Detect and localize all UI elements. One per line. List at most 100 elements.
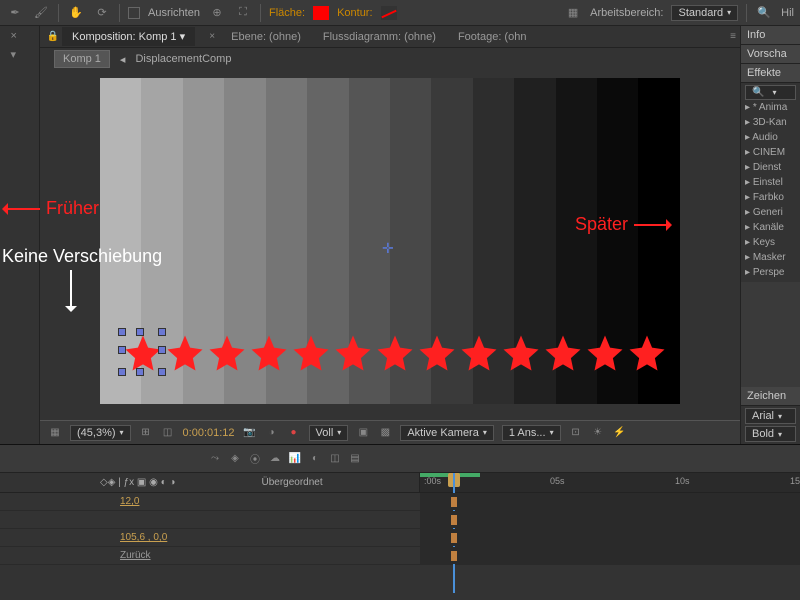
brainstorm-icon[interactable]: ☁ xyxy=(268,452,282,466)
camera-dropdown[interactable]: Aktive Kamera xyxy=(400,425,494,441)
rotate-tool-icon[interactable]: ⟳ xyxy=(93,4,111,22)
breadcrumb-sep: ◂ xyxy=(120,53,126,66)
keyframe-icon[interactable] xyxy=(451,551,457,561)
effects-category[interactable]: Masker xyxy=(745,250,796,265)
rail-close-icon[interactable]: × xyxy=(11,30,29,44)
align-label: Ausrichten xyxy=(148,7,200,19)
roi-icon[interactable]: ▣ xyxy=(356,426,370,440)
draft3d-icon[interactable]: ◐ xyxy=(308,452,322,466)
timeline-controls: ⤳ ◈ ⦿ ☁ 📊 ◐ ◫ ▤ xyxy=(0,445,800,473)
breadcrumb: Komp 1 ◂ DisplacementComp xyxy=(40,48,740,70)
star-row xyxy=(122,332,668,374)
help-label: Hil xyxy=(781,7,794,19)
timeline-columns-header: ◇◈ | ƒx ▣ ◉ ◐ ◑ Übergeordnet xyxy=(0,473,420,492)
workspace-dropdown[interactable]: Standard xyxy=(671,5,738,21)
timeline-row[interactable] xyxy=(0,511,800,529)
tab-footage[interactable]: Footage: (ohn xyxy=(448,28,537,46)
switches-icon[interactable]: ◫ xyxy=(328,452,342,466)
expand-icon[interactable]: ⛶ xyxy=(234,4,252,22)
transparency-icon[interactable]: ▩ xyxy=(378,426,392,440)
composition-view[interactable]: ✛ xyxy=(100,78,680,404)
view-opt-icon[interactable]: ⊡ xyxy=(569,426,583,440)
align-checkbox[interactable] xyxy=(128,7,140,19)
effects-category[interactable]: Perspe xyxy=(745,265,796,280)
arrow-down-icon xyxy=(70,270,72,310)
tab-layer[interactable]: Ebene: (ohne) xyxy=(221,28,311,46)
snapshot-icon[interactable]: 📷 xyxy=(243,426,257,440)
timecode[interactable]: 0:00:01:12 xyxy=(183,427,235,439)
effects-category[interactable]: 3D-Kan xyxy=(745,115,796,130)
stroke-label: Kontur: xyxy=(337,7,372,19)
breadcrumb-child[interactable]: DisplacementComp xyxy=(135,53,231,65)
mask-icon[interactable]: ◫ xyxy=(161,426,175,440)
timeline-row[interactable]: 105,6 , 0,0 xyxy=(0,529,800,547)
breadcrumb-active[interactable]: Komp 1 xyxy=(54,50,110,68)
font-weight-dropdown[interactable]: Bold xyxy=(745,426,796,442)
property-label[interactable]: Zurück xyxy=(0,547,420,564)
shy-icon[interactable]: ⤳ xyxy=(208,452,222,466)
top-toolbar: ✒ 🖌 ✋ ⟳ Ausrichten ⊕ ⛶ Fläche: Kontur: ▦… xyxy=(0,0,800,26)
graph-icon[interactable]: 📊 xyxy=(288,452,302,466)
property-label[interactable]: 12,0 xyxy=(0,493,420,510)
fast-preview-icon[interactable]: ⚡ xyxy=(613,426,627,440)
exposure-icon[interactable]: ☀ xyxy=(591,426,605,440)
fill-swatch[interactable] xyxy=(313,6,329,20)
brush-tool-icon[interactable]: 🖌 xyxy=(32,4,50,22)
workspace-icon: ▦ xyxy=(564,4,582,22)
effects-category[interactable]: Keys xyxy=(745,235,796,250)
tab-composition[interactable]: Komposition: Komp 1 ▾ xyxy=(62,27,195,46)
effects-category[interactable]: Kanäle xyxy=(745,220,796,235)
viewer-bar: ▦ (45,3%) ⊞ ◫ 0:00:01:12 📷 ◑ ● Voll ▣ ▩ … xyxy=(40,420,740,444)
frame-blend-icon[interactable]: ◈ xyxy=(228,452,242,466)
effects-category[interactable]: CINEM xyxy=(745,145,796,160)
tab-menu-icon[interactable]: ≡ xyxy=(726,30,740,44)
parent-column-label: Übergeordnet xyxy=(261,477,322,488)
effects-search[interactable]: 🔍 xyxy=(745,85,796,100)
effects-category[interactable]: Einstel xyxy=(745,175,796,190)
panel-character[interactable]: Zeichen xyxy=(741,387,800,406)
timeline-track[interactable] xyxy=(420,493,800,510)
workspace-label: Arbeitsbereich: xyxy=(590,7,663,19)
snap-icon[interactable]: ⊕ xyxy=(208,4,226,22)
right-panels: Info Vorscha Effekte 🔍 * Anima3D-KanAudi… xyxy=(740,26,800,444)
tab-close-icon[interactable]: × xyxy=(205,30,219,44)
timeline-track[interactable] xyxy=(420,547,800,564)
timeline-row[interactable]: 12,0 xyxy=(0,493,800,511)
effects-category[interactable]: Audio xyxy=(745,130,796,145)
panel-effects[interactable]: Effekte xyxy=(741,64,800,83)
panel-info[interactable]: Info xyxy=(741,26,800,45)
effects-category[interactable]: Farbko xyxy=(745,190,796,205)
selection-handles[interactable] xyxy=(118,328,166,376)
rgb-icon[interactable]: ● xyxy=(287,426,301,440)
effects-category[interactable]: * Anima xyxy=(745,100,796,115)
timeline-row[interactable]: Zurück xyxy=(0,547,800,565)
grid-icon[interactable]: ▦ xyxy=(48,426,62,440)
channel-icon[interactable]: ◑ xyxy=(265,426,279,440)
switch-icons[interactable]: ◇◈ | ƒx ▣ ◉ ◐ ◑ xyxy=(100,477,175,488)
property-label[interactable]: 105,6 , 0,0 xyxy=(0,529,420,546)
keyframe-icon[interactable] xyxy=(451,515,457,525)
timeline-track[interactable] xyxy=(420,511,800,528)
property-label[interactable] xyxy=(0,511,420,528)
stroke-swatch[interactable] xyxy=(381,6,397,20)
effects-category[interactable]: Dienst xyxy=(745,160,796,175)
resolution-dropdown[interactable]: Voll xyxy=(309,425,349,441)
modes-icon[interactable]: ▤ xyxy=(348,452,362,466)
views-dropdown[interactable]: 1 Ans... xyxy=(502,425,561,441)
keyframe-icon[interactable] xyxy=(451,533,457,543)
hand-tool-icon[interactable]: ✋ xyxy=(67,4,85,22)
rail-menu-icon[interactable]: ▾ xyxy=(11,48,29,62)
keyframe-icon[interactable] xyxy=(451,497,457,507)
tab-flowchart[interactable]: Flussdiagramm: (ohne) xyxy=(313,28,446,46)
timeline-track[interactable] xyxy=(420,529,800,546)
aspect-icon[interactable]: ⊞ xyxy=(139,426,153,440)
lock-icon[interactable]: 🔒 xyxy=(46,30,60,44)
timeline-ruler[interactable]: :00s 05s 10s 15s xyxy=(420,473,800,492)
panel-preview[interactable]: Vorscha xyxy=(741,45,800,64)
search-icon[interactable]: 🔍 xyxy=(755,4,773,22)
font-family-dropdown[interactable]: Arial xyxy=(745,408,796,424)
pen-tool-icon[interactable]: ✒ xyxy=(6,4,24,22)
zoom-dropdown[interactable]: (45,3%) xyxy=(70,425,131,441)
effects-category[interactable]: Generi xyxy=(745,205,796,220)
motion-blur-icon[interactable]: ⦿ xyxy=(248,452,262,466)
